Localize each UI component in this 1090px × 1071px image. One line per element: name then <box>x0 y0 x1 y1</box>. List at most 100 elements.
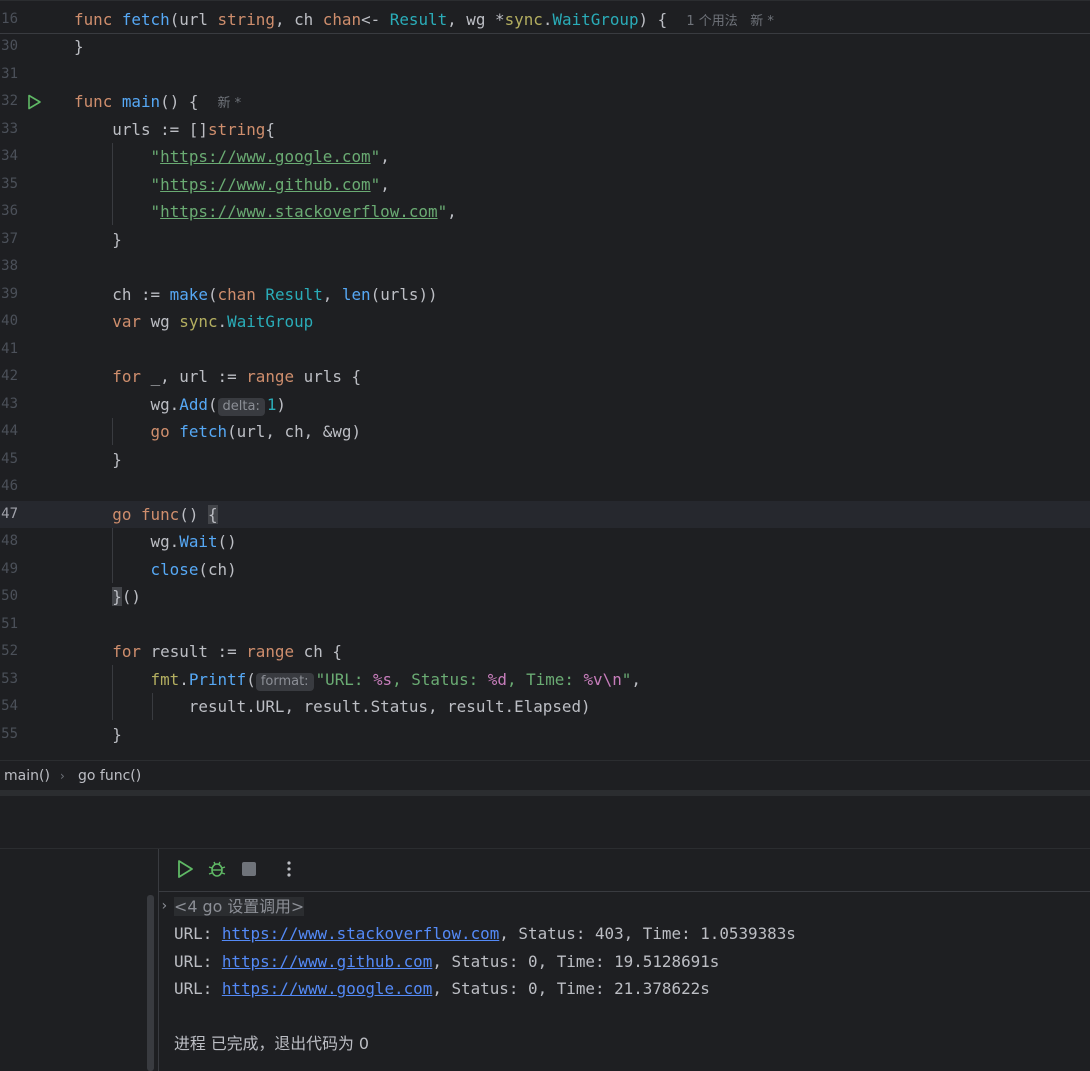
line-number: 34 <box>1 148 18 164</box>
code-line[interactable]: 42 for _, url := range urls { <box>0 363 1090 390</box>
code-content: fmt.Printf(format: "URL: %s, Status: %d, … <box>74 670 641 691</box>
code-line[interactable]: 48 wg.Wait() <box>0 528 1090 555</box>
matched-brace: } <box>112 587 122 606</box>
line-number: 16 <box>1 11 18 27</box>
code-content: wg.Add(delta: 1) <box>74 395 286 416</box>
code-line[interactable]: 39 ch := make(chan Result, len(urls)) <box>0 281 1090 308</box>
author-hint[interactable]: 新 * <box>218 96 242 111</box>
string-url[interactable]: https://www.github.com <box>160 175 370 194</box>
code-token: wg <box>150 312 180 331</box>
line-number: 51 <box>1 615 18 632</box>
line-number: 41 <box>1 340 18 357</box>
code-line[interactable]: 32 func main() { 新 * <box>0 88 1090 115</box>
code-line[interactable]: 31 <box>0 61 1090 88</box>
code-line[interactable]: 38 <box>0 253 1090 280</box>
console-url-link[interactable]: https://www.google.com <box>222 979 432 998</box>
line-number: 45 <box>1 450 18 467</box>
line-number: 44 <box>1 423 18 439</box>
code-content: "https://www.github.com", <box>74 175 390 194</box>
code-line[interactable]: 49 close(ch) <box>0 556 1090 583</box>
code-line[interactable]: 50 }() <box>0 583 1090 610</box>
line-number: 38 <box>1 258 18 274</box>
code-line[interactable]: 44 go fetch(url, ch, &wg) <box>0 418 1090 445</box>
code-line[interactable]: 46 <box>0 473 1090 500</box>
code-token: chan <box>217 284 266 304</box>
run-gutter-icon[interactable] <box>26 94 42 110</box>
code-token: , Status: <box>392 669 488 689</box>
console-url-link[interactable]: https://www.stackoverflow.com <box>222 924 499 943</box>
console-scrollbar[interactable] <box>147 895 154 1071</box>
code-token: fmt <box>150 669 180 689</box>
code-line[interactable]: 41 <box>0 336 1090 363</box>
console-header-text: <4 go 设置调用> <box>174 897 305 916</box>
code-token: WaitGroup <box>227 312 314 331</box>
code-token: 1 <box>266 394 277 414</box>
code-token: Result <box>389 10 448 29</box>
code-line[interactable]: 53 fmt.Printf(format: "URL: %s, Status: %… <box>0 666 1090 693</box>
code-token: len <box>341 284 371 304</box>
breadcrumb-go-func[interactable]: go func() <box>78 768 141 784</box>
code-token: (ch) <box>198 559 237 579</box>
code-token: make <box>169 284 208 304</box>
run-toolbar <box>159 849 1090 892</box>
console-prefix: URL: <box>174 979 222 998</box>
line-number: 49 <box>1 560 18 577</box>
console-url-link[interactable]: https://www.github.com <box>222 952 432 971</box>
line-number: 47 <box>1 505 18 522</box>
code-line[interactable]: 54 result.URL, result.Status, result.Ela… <box>0 693 1090 720</box>
code-token: } <box>74 229 122 249</box>
code-line[interactable]: 43 wg.Add(delta: 1) <box>0 391 1090 418</box>
code-line[interactable]: 30} <box>0 33 1090 60</box>
line-number: 42 <box>1 368 18 384</box>
code-line[interactable]: 40 var wg sync.WaitGroup <box>0 308 1090 335</box>
code-token: , <box>322 284 342 304</box>
code-token: } <box>74 37 84 56</box>
code-token: . <box>542 10 553 29</box>
code-content: for _, url := range urls { <box>74 367 361 386</box>
code-editor[interactable]: 16 func fetch(url string, ch chan<- Resu… <box>0 0 1090 760</box>
code-token: func <box>140 504 180 524</box>
code-token: , Time: <box>506 669 584 689</box>
string-url[interactable]: https://www.google.com <box>160 147 370 166</box>
code-line[interactable]: 34 "https://www.google.com", <box>0 143 1090 170</box>
code-token: result := <box>150 642 247 661</box>
parameter-hint: delta: <box>217 397 265 416</box>
code-token: %s <box>372 669 393 689</box>
code-token: ch := <box>74 284 170 304</box>
code-line[interactable]: 55 } <box>0 721 1090 748</box>
code-line[interactable]: 36 "https://www.stackoverflow.com", <box>0 198 1090 225</box>
console-line: URL: https://www.google.com, Status: 0, … <box>174 979 710 998</box>
rerun-icon[interactable] <box>175 859 195 879</box>
code-line[interactable]: 35 "https://www.github.com", <box>0 171 1090 198</box>
code-line[interactable]: 37 } <box>0 226 1090 253</box>
code-token: Result <box>265 284 323 304</box>
code-token: , wg * <box>447 10 505 29</box>
string-url[interactable]: https://www.stackoverflow.com <box>160 202 437 221</box>
chevron-right-icon: › <box>60 769 65 783</box>
debug-icon[interactable] <box>207 859 227 879</box>
breadcrumb: main() › go func() <box>0 760 1090 791</box>
code-token: } <box>74 449 122 469</box>
code-content: for result := range ch { <box>74 642 342 661</box>
code-token: (url, ch, &wg) <box>227 422 362 441</box>
line-number: 36 <box>1 203 18 219</box>
code-line[interactable]: 47 go func() { <box>0 500 1090 528</box>
line-number: 53 <box>1 670 18 687</box>
console-output[interactable]: <4 go 设置调用> URL: https://www.stackoverfl… <box>159 892 1090 1071</box>
sticky-line[interactable]: 16 func fetch(url string, ch chan<- Resu… <box>0 6 1090 33</box>
indent-guide <box>112 665 113 720</box>
sticky-code: func fetch(url string, ch chan<- Result,… <box>74 10 774 31</box>
usage-hint[interactable]: 1 个用法 新 * <box>686 14 773 29</box>
more-options-icon[interactable] <box>279 859 299 879</box>
code-line[interactable]: 45 } <box>0 446 1090 473</box>
code-token: " <box>150 202 161 221</box>
code-token: { <box>265 119 275 139</box>
code-line[interactable]: 52 for result := range ch { <box>0 638 1090 665</box>
breadcrumb-main[interactable]: main() <box>4 768 50 784</box>
code-line[interactable]: 51 <box>0 611 1090 638</box>
stop-icon[interactable] <box>239 859 259 879</box>
code-line[interactable]: 33 urls := []string{ <box>0 116 1090 143</box>
code-token: wg. <box>74 394 180 414</box>
